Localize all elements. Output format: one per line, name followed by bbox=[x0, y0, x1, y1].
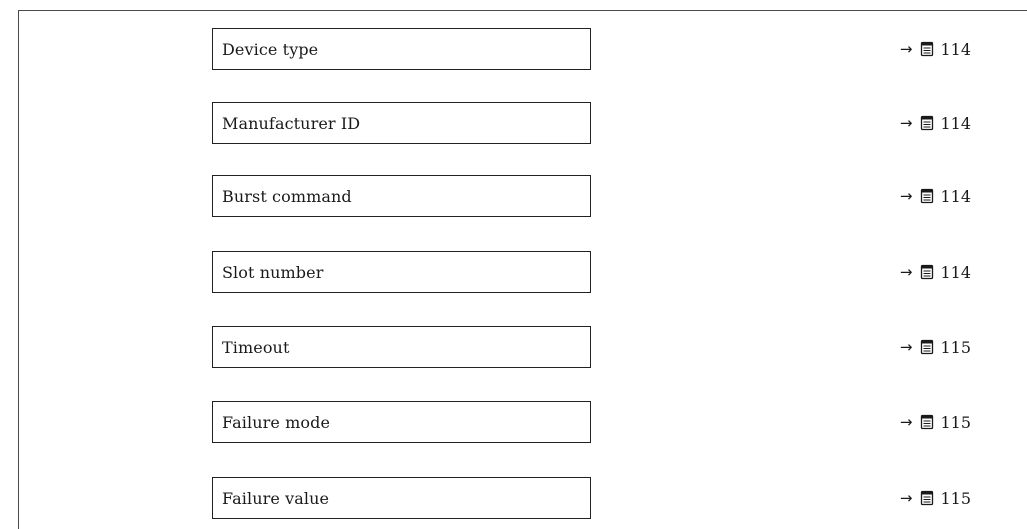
parameter-row-slot-number: Slot number → 114 bbox=[0, 251, 1027, 293]
parameter-row-burst-command: Burst command → 114 bbox=[0, 175, 1027, 217]
page-reference-link[interactable]: → 114 bbox=[900, 28, 971, 70]
right-arrow-icon: → bbox=[899, 489, 913, 507]
page-number: 114 bbox=[940, 113, 971, 133]
parameter-box: Timeout bbox=[212, 326, 591, 368]
page-number: 114 bbox=[940, 186, 971, 206]
parameter-label: Timeout bbox=[222, 337, 290, 357]
page-reference-link[interactable]: → 115 bbox=[900, 326, 971, 368]
parameter-row-failure-mode: Failure mode → 115 bbox=[0, 401, 1027, 443]
right-arrow-icon: → bbox=[899, 40, 913, 58]
parameter-box: Slot number bbox=[212, 251, 591, 293]
page-number: 114 bbox=[940, 262, 971, 282]
parameter-row-failure-value: Failure value → 115 bbox=[0, 477, 1027, 519]
right-arrow-icon: → bbox=[899, 413, 913, 431]
parameter-row-timeout: Timeout → 115 bbox=[0, 326, 1027, 368]
book-page-icon bbox=[921, 339, 934, 355]
book-page-icon bbox=[921, 414, 934, 430]
book-page-icon bbox=[921, 115, 934, 131]
page-reference-link[interactable]: → 114 bbox=[900, 102, 971, 144]
page-reference-link[interactable]: → 115 bbox=[900, 477, 971, 519]
page-number: 115 bbox=[940, 412, 971, 432]
page-number: 115 bbox=[940, 337, 971, 357]
page-number: 114 bbox=[940, 39, 971, 59]
parameter-box: Burst command bbox=[212, 175, 591, 217]
parameter-box: Failure value bbox=[212, 477, 591, 519]
parameter-label: Failure mode bbox=[222, 412, 331, 432]
right-arrow-icon: → bbox=[899, 114, 913, 132]
right-arrow-icon: → bbox=[899, 187, 913, 205]
page-reference-link[interactable]: → 114 bbox=[900, 251, 971, 293]
book-page-icon bbox=[921, 188, 934, 204]
page-reference-link[interactable]: → 114 bbox=[900, 175, 971, 217]
page-reference-link[interactable]: → 115 bbox=[900, 401, 971, 443]
parameter-label: Failure value bbox=[222, 488, 330, 508]
parameter-label: Device type bbox=[222, 39, 319, 59]
book-page-icon bbox=[921, 41, 934, 57]
parameter-box: Manufacturer ID bbox=[212, 102, 591, 144]
right-arrow-icon: → bbox=[899, 263, 913, 281]
parameter-row-device-type: Device type → 114 bbox=[0, 28, 1027, 70]
parameter-label: Slot number bbox=[222, 262, 324, 282]
parameter-box: Failure mode bbox=[212, 401, 591, 443]
book-page-icon bbox=[921, 264, 934, 280]
parameter-box: Device type bbox=[212, 28, 591, 70]
parameter-label: Burst command bbox=[222, 186, 352, 206]
right-arrow-icon: → bbox=[899, 338, 913, 356]
parameter-label: Manufacturer ID bbox=[222, 113, 361, 133]
book-page-icon bbox=[921, 490, 934, 506]
page-number: 115 bbox=[940, 488, 971, 508]
parameter-row-manufacturer-id: Manufacturer ID → 114 bbox=[0, 102, 1027, 144]
